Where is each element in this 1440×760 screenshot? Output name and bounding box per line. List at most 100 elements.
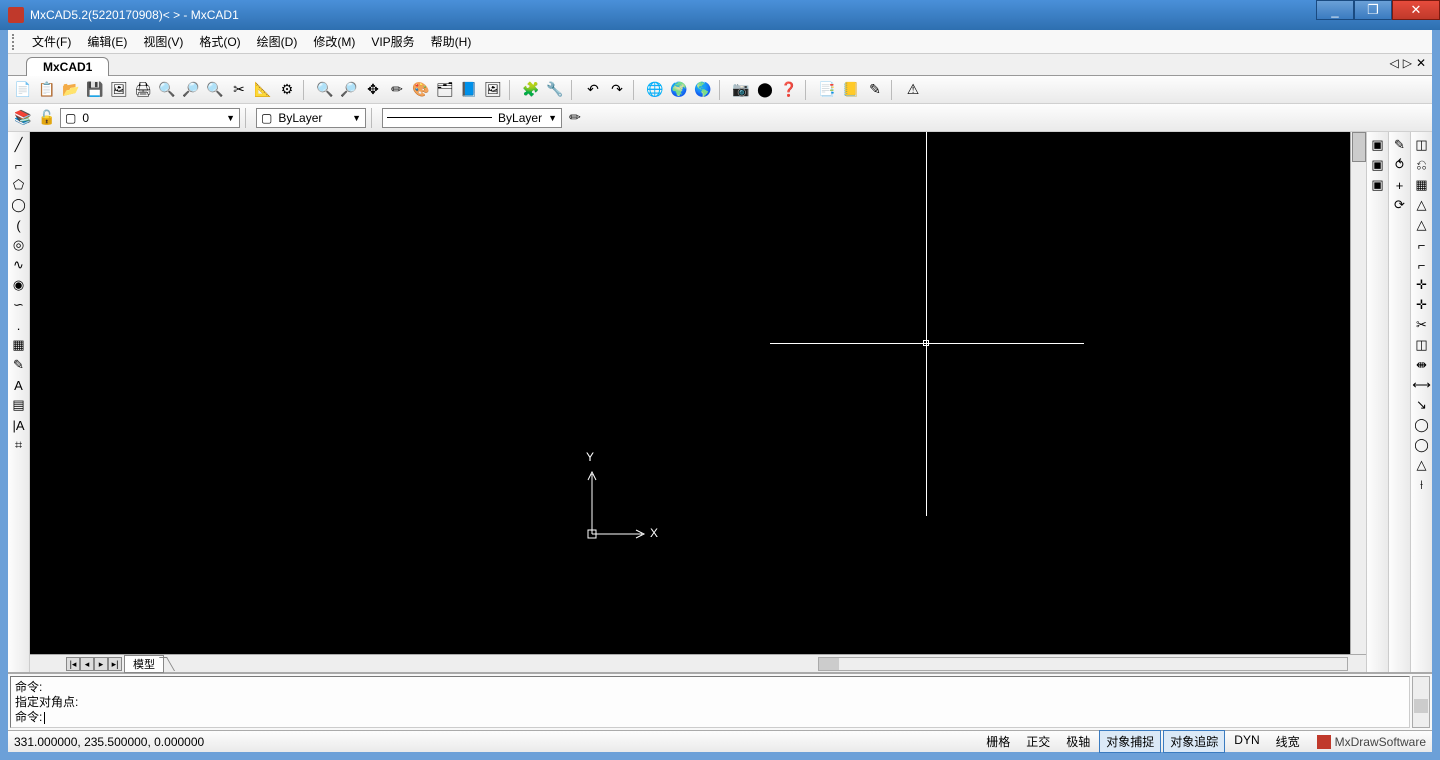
status-toggle[interactable]: 线宽 <box>1269 730 1307 753</box>
modify-button[interactable]: ◯ <box>1413 416 1431 434</box>
first-icon[interactable]: |◂ <box>66 657 80 671</box>
draw-button[interactable]: ◯ <box>10 196 28 214</box>
menu-item[interactable]: 格式(O) <box>191 31 248 52</box>
edit-button[interactable]: ✎ <box>1391 136 1409 154</box>
toolbar-button[interactable]: 📒 <box>840 79 862 101</box>
menu-item[interactable]: 修改(M) <box>305 31 363 52</box>
modify-button[interactable]: ⟷ <box>1413 376 1431 394</box>
modify-button[interactable]: △ <box>1413 216 1431 234</box>
modify-button[interactable]: ⎌ <box>1413 156 1431 174</box>
menu-item[interactable]: 编辑(E) <box>79 31 135 52</box>
draw-button[interactable]: ( <box>10 216 28 234</box>
modify-button[interactable]: ⇼ <box>1413 356 1431 374</box>
draw-button[interactable]: ◎ <box>10 236 28 254</box>
menu-item[interactable]: 视图(V) <box>135 31 191 52</box>
last-icon[interactable]: ▸| <box>108 657 122 671</box>
color-dropdown[interactable]: ▢ ByLayer ▼ <box>256 108 366 128</box>
layer-state-icon[interactable]: 🔓 <box>36 107 58 129</box>
linetype-edit-icon[interactable]: ✏ <box>564 107 586 129</box>
clipboard-button[interactable]: ▣ <box>1369 136 1387 154</box>
edit-button[interactable]: + <box>1391 176 1409 194</box>
toolbar-button[interactable]: 🔧 <box>544 79 566 101</box>
draw-button[interactable]: |A <box>10 416 28 434</box>
draw-button[interactable]: ✎ <box>10 356 28 374</box>
close-button[interactable]: ✕ <box>1392 0 1440 20</box>
modify-button[interactable]: ✛ <box>1413 296 1431 314</box>
status-toggle[interactable]: 栅格 <box>979 730 1017 753</box>
toolbar-button[interactable]: 🌎 <box>692 79 714 101</box>
toolbar-button[interactable]: 🧩 <box>520 79 542 101</box>
toolbar-button[interactable]: 📐 <box>252 79 274 101</box>
tab-close-icon[interactable]: ✕ <box>1416 56 1426 70</box>
status-toggle[interactable]: 对象捕捉 <box>1099 730 1161 753</box>
next-icon[interactable]: ▸ <box>94 657 108 671</box>
status-toggle[interactable]: 对象追踪 <box>1163 730 1225 753</box>
toolbar-button[interactable]: 🔎 <box>180 79 202 101</box>
clipboard-button[interactable]: ▣ <box>1369 176 1387 194</box>
modify-button[interactable]: ⌐ <box>1413 236 1431 254</box>
toolbar-button[interactable]: ⚠ <box>902 79 924 101</box>
menu-item[interactable]: 文件(F) <box>24 31 79 52</box>
draw-button[interactable]: ⬠ <box>10 176 28 194</box>
menu-item[interactable]: VIP服务 <box>363 31 422 52</box>
modify-button[interactable]: ◯ <box>1413 436 1431 454</box>
toolbar-button[interactable]: 🌐 <box>644 79 666 101</box>
maximize-button[interactable]: ❐ <box>1354 0 1392 20</box>
toolbar-button[interactable]: 📷 <box>730 79 752 101</box>
tab-prev-icon[interactable]: ◁ <box>1389 56 1398 70</box>
modify-button[interactable]: ✛ <box>1413 276 1431 294</box>
modify-button[interactable]: ◫ <box>1413 336 1431 354</box>
modify-button[interactable]: △ <box>1413 456 1431 474</box>
horizontal-scrollbar[interactable] <box>818 657 1348 671</box>
toolbar-button[interactable]: ✎ <box>864 79 886 101</box>
draw-button[interactable]: ∽ <box>10 296 28 314</box>
menu-item[interactable]: 绘图(D) <box>249 31 306 52</box>
toolbar-button[interactable]: ✥ <box>362 79 384 101</box>
draw-button[interactable]: ◉ <box>10 276 28 294</box>
toolbar-button[interactable]: 🔍 <box>314 79 336 101</box>
toolbar-button[interactable]: 🔍 <box>204 79 226 101</box>
toolbar-button[interactable]: ✏ <box>386 79 408 101</box>
toolbar-button[interactable]: ↶ <box>582 79 604 101</box>
draw-button[interactable]: A <box>10 376 28 394</box>
modify-button[interactable]: ◫ <box>1413 136 1431 154</box>
toolbar-button[interactable]: 📂 <box>60 79 82 101</box>
status-toggle[interactable]: DYN <box>1227 730 1266 753</box>
draw-button[interactable]: ▤ <box>10 396 28 414</box>
toolbar-button[interactable]: ⚙ <box>276 79 298 101</box>
toolbar-button[interactable]: 🌍 <box>668 79 690 101</box>
minimize-button[interactable]: _ <box>1316 0 1354 20</box>
draw-button[interactable]: ⌗ <box>10 436 28 454</box>
modify-button[interactable]: ▦ <box>1413 176 1431 194</box>
layers-icon[interactable]: 📚 <box>12 107 34 129</box>
linetype-dropdown[interactable]: ByLayer ▼ <box>382 108 562 128</box>
draw-button[interactable]: ╱ <box>10 136 28 154</box>
toolbar-button[interactable]: 🔍 <box>156 79 178 101</box>
toolbar-button[interactable]: 🎨 <box>410 79 432 101</box>
drawing-canvas[interactable]: Y X <box>30 132 1366 654</box>
toolbar-button[interactable]: 📘 <box>458 79 480 101</box>
toolbar-button[interactable]: ⬤ <box>754 79 776 101</box>
toolbar-button[interactable]: ✂ <box>228 79 250 101</box>
edit-button[interactable]: ⟳ <box>1391 196 1409 214</box>
status-toggle[interactable]: 极轴 <box>1059 730 1097 753</box>
draw-button[interactable]: ⌐ <box>10 156 28 174</box>
menu-item[interactable]: 帮助(H) <box>423 31 480 52</box>
edit-button[interactable]: ⥀ <box>1391 156 1409 174</box>
toolbar-button[interactable]: 🖼 <box>482 79 504 101</box>
toolbar-button[interactable]: 🖼 <box>108 79 130 101</box>
draw-button[interactable]: ∿ <box>10 256 28 274</box>
modify-button[interactable]: ✂ <box>1413 316 1431 334</box>
prev-icon[interactable]: ◂ <box>80 657 94 671</box>
toolbar-button[interactable]: 🔎 <box>338 79 360 101</box>
modify-button[interactable]: ⟊ <box>1413 476 1431 494</box>
document-tab[interactable]: MxCAD1 <box>26 57 109 76</box>
layer-dropdown[interactable]: ▢ 0 ▼ <box>60 108 240 128</box>
toolbar-button[interactable]: ↷ <box>606 79 628 101</box>
clipboard-button[interactable]: ▣ <box>1369 156 1387 174</box>
modify-button[interactable]: ↘ <box>1413 396 1431 414</box>
modify-button[interactable]: △ <box>1413 196 1431 214</box>
modify-button[interactable]: ⌐ <box>1413 256 1431 274</box>
draw-button[interactable]: . <box>10 316 28 334</box>
toolbar-button[interactable]: ❓ <box>778 79 800 101</box>
